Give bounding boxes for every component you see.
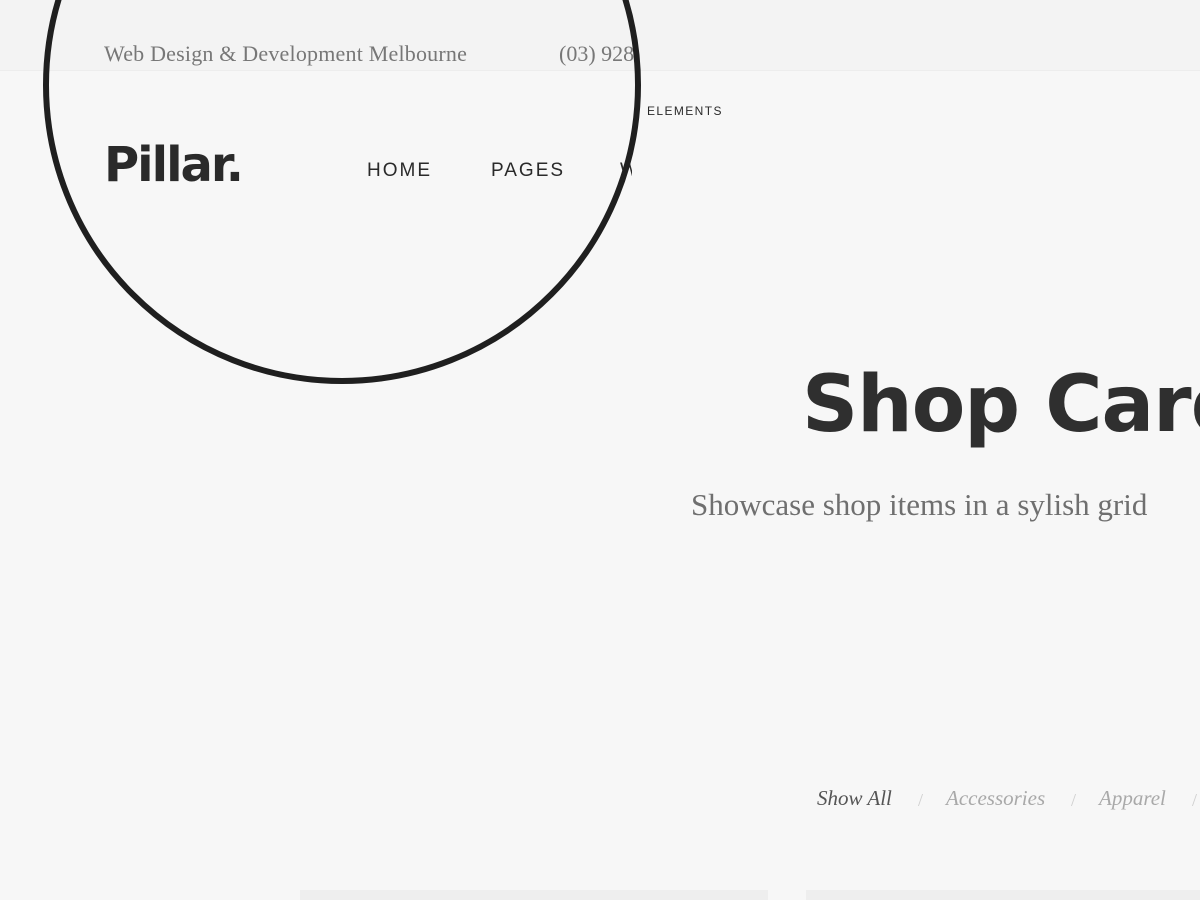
filter-accessories[interactable]: Accessories	[946, 786, 1045, 811]
phone-number[interactable]: (03) 928	[559, 41, 638, 67]
filter-separator: /	[918, 790, 924, 810]
page-title: Shop Card	[802, 360, 1200, 450]
shop-card[interactable]	[806, 890, 1200, 900]
nav-item-elements[interactable]: ELEMENTS	[647, 104, 723, 118]
nav-item-home[interactable]: HOME	[367, 160, 432, 182]
site-logo[interactable]: Pillar.	[104, 141, 244, 189]
filter-show-all[interactable]: Show All	[817, 786, 892, 811]
filter-separator: /	[1192, 790, 1198, 810]
shop-card[interactable]	[300, 890, 768, 900]
nav-item-partial[interactable]: W	[620, 160, 632, 182]
nav-item-pages[interactable]: PAGES	[491, 160, 565, 182]
site-tagline: Web Design & Development Melbourne	[104, 41, 468, 66]
page-subtitle: Showcase shop items in a sylish grid	[691, 487, 1148, 522]
filter-separator: /	[1071, 790, 1077, 810]
filter-apparel[interactable]: Apparel	[1099, 786, 1166, 811]
